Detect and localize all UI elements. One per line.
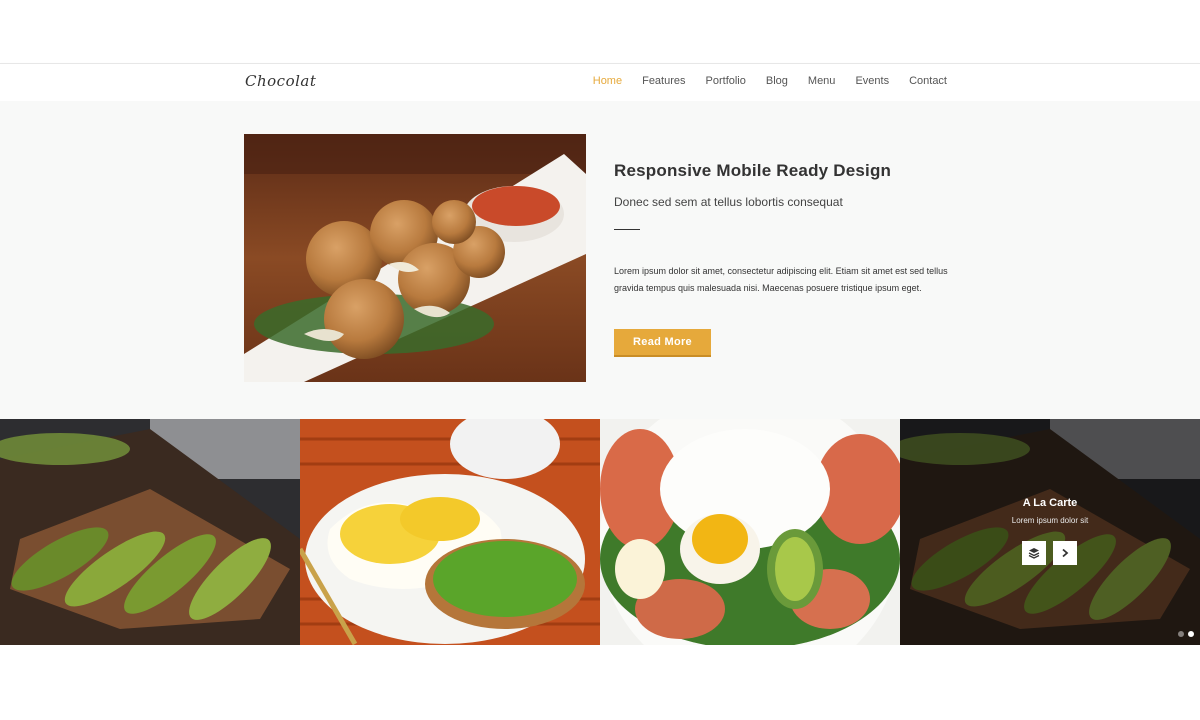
gallery-tile-3[interactable] [600, 419, 900, 645]
poached-egg-salmon-salad-image [600, 419, 900, 645]
pagination-dot-active[interactable] [1188, 631, 1194, 637]
divider [614, 229, 640, 230]
gallery: A La Carte Lorem ipsum dolor sit [0, 419, 1200, 645]
layers-button[interactable] [1022, 541, 1046, 565]
gallery-tile-2[interactable] [300, 419, 600, 645]
chevron-right-icon [1062, 548, 1069, 558]
pagination-dot[interactable] [1178, 631, 1184, 637]
avocado-toast-image [0, 419, 300, 645]
layers-icon [1028, 548, 1040, 559]
overlay-subtitle: Lorem ipsum dolor sit [1011, 516, 1089, 525]
nav-blog[interactable]: Blog [766, 75, 788, 87]
hero-body-text: Lorem ipsum dolor sit amet, consectetur … [614, 266, 948, 293]
hero-subtitle: Donec sed sem at tellus lobortis consequ… [614, 195, 843, 209]
site-header: Chocolat Home Features Portfolio Blog Me… [0, 63, 1200, 101]
nav-events[interactable]: Events [855, 75, 889, 87]
gallery-tile-4[interactable]: A La Carte Lorem ipsum dolor sit [900, 419, 1200, 645]
overlay-title: A La Carte [1022, 497, 1078, 509]
hero-image [244, 134, 586, 382]
hero-copy: Responsive Mobile Ready Design Donec sed… [614, 161, 974, 297]
nav-home[interactable]: Home [593, 75, 622, 87]
nav-features[interactable]: Features [642, 75, 685, 87]
read-more-button[interactable]: Read More [614, 329, 711, 357]
next-button[interactable] [1053, 541, 1077, 565]
eggs-and-avocado-plate-image [300, 419, 600, 645]
slider-pagination [1178, 631, 1194, 637]
nav-portfolio[interactable]: Portfolio [706, 75, 746, 87]
hero-title: Responsive Mobile Ready Design [614, 161, 892, 180]
main-nav: Home Features Portfolio Blog Menu Events… [573, 75, 947, 87]
logo[interactable]: Chocolat [245, 72, 316, 90]
page: Chocolat Home Features Portfolio Blog Me… [0, 0, 1200, 720]
nav-contact[interactable]: Contact [909, 75, 947, 87]
fried-balls-plate-image [244, 134, 586, 382]
hero-section: Responsive Mobile Ready Design Donec sed… [0, 101, 1200, 419]
gallery-tile-1[interactable] [0, 419, 300, 645]
nav-menu[interactable]: Menu [808, 75, 836, 87]
tile-hover-overlay [900, 419, 1200, 645]
